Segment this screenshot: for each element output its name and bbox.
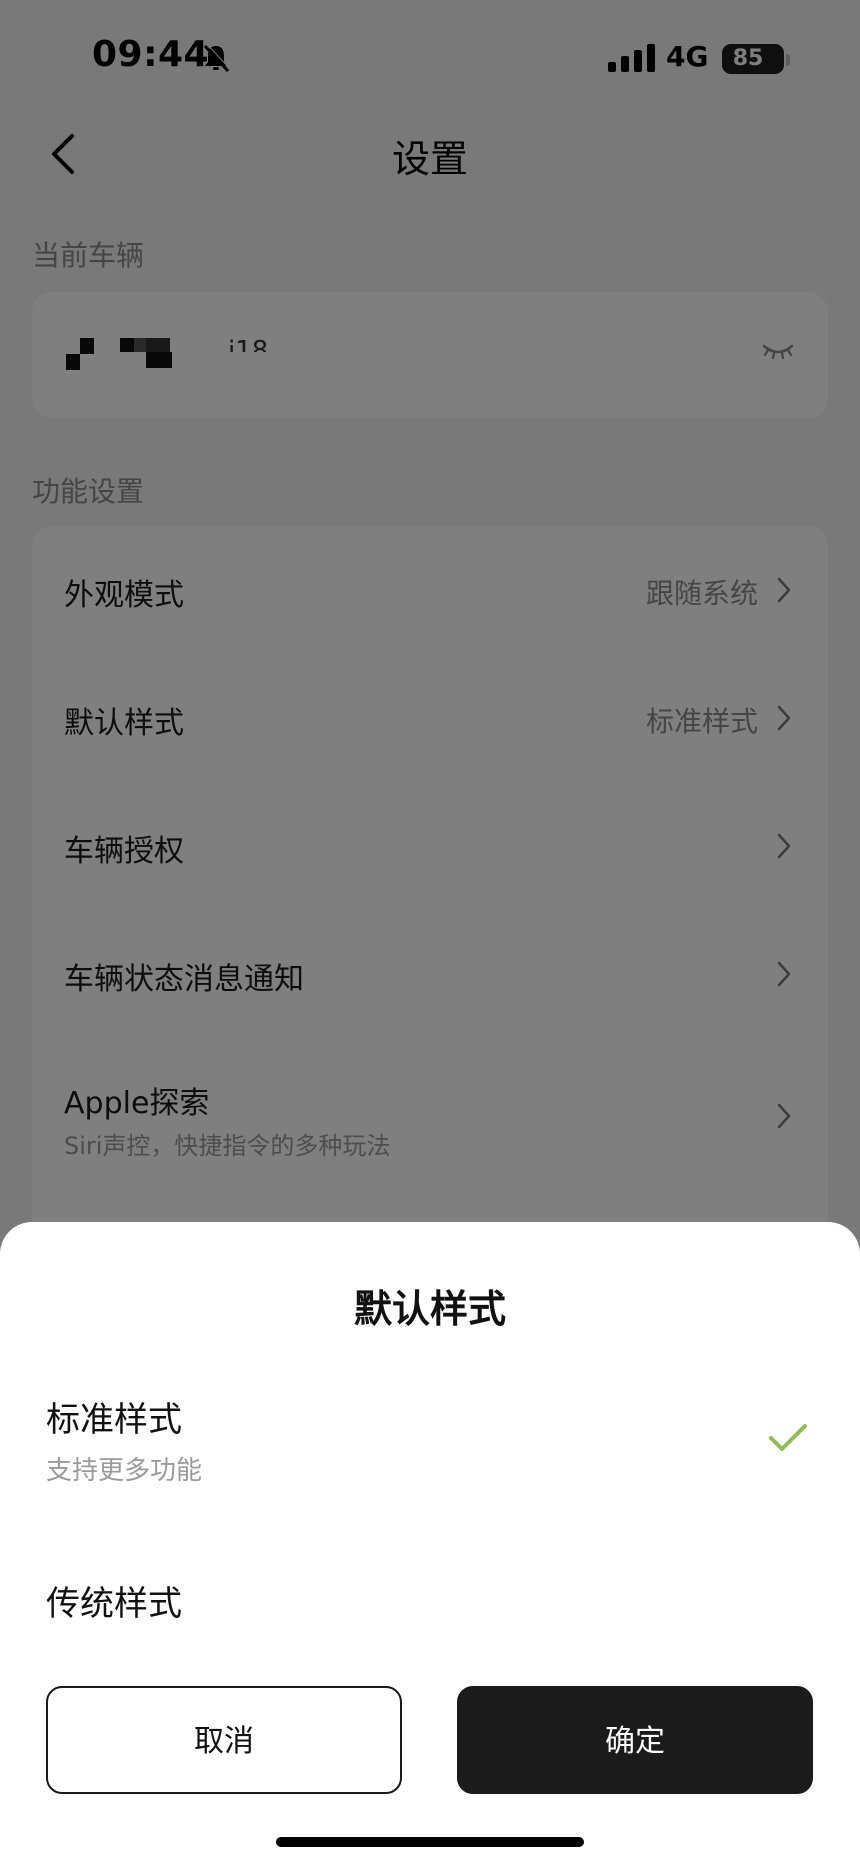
- checkmark-icon: [769, 1424, 807, 1451]
- option-traditional-style[interactable]: 传统样式: [0, 1562, 860, 1652]
- option-standard-style[interactable]: 标准样式 支持更多功能: [0, 1372, 860, 1522]
- cancel-button[interactable]: 取消: [46, 1686, 402, 1794]
- option-label: 标准样式: [46, 1400, 182, 1440]
- option-label: 传统样式: [46, 1584, 182, 1624]
- default-style-sheet: 默认样式 标准样式 支持更多功能 传统样式 取消 确定: [0, 1222, 860, 1864]
- confirm-button[interactable]: 确定: [457, 1686, 813, 1794]
- sheet-title: 默认样式: [353, 1287, 506, 1331]
- home-indicator[interactable]: [276, 1837, 584, 1847]
- option-subtitle: 支持更多功能: [46, 1456, 203, 1486]
